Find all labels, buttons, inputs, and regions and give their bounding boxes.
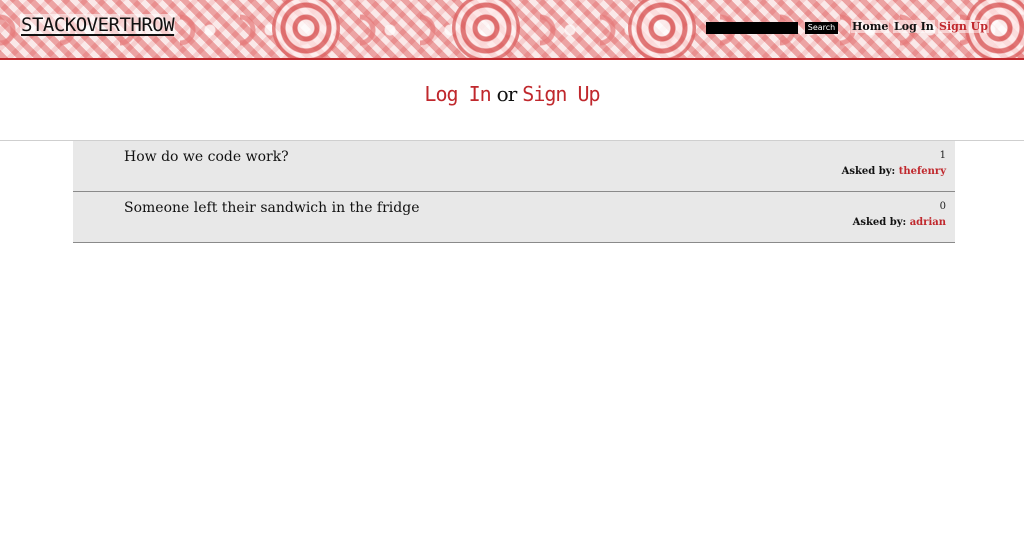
question-title[interactable]: How do we code work? — [124, 149, 289, 165]
signup-link[interactable]: Sign Up — [522, 82, 600, 106]
login-link[interactable]: Log In — [424, 82, 491, 106]
author-link[interactable]: adrian — [910, 217, 946, 228]
vote-count: 0 — [939, 201, 946, 212]
site-logo[interactable]: STACKOVERTHROW — [20, 14, 176, 36]
asked-by-label: Asked by: — [852, 217, 907, 228]
asked-by: Asked by: thefenry — [842, 166, 946, 177]
search-button[interactable]: Search — [805, 22, 838, 34]
or-text: or — [496, 82, 518, 106]
question-row[interactable]: How do we code work? 1 Asked by: thefenr… — [73, 141, 955, 192]
auth-prompt: Log In or Sign Up — [0, 82, 1024, 106]
site-header: STACKOVERTHROW Search Home Log In Sign U… — [0, 0, 1024, 60]
question-list: How do we code work? 1 Asked by: thefenr… — [73, 141, 955, 243]
header-pattern-medallion — [628, 0, 696, 58]
nav-login-link[interactable]: Log In — [893, 20, 935, 33]
header-pattern-medallion — [452, 0, 520, 58]
author-link[interactable]: thefenry — [899, 166, 946, 177]
auth-banner: Log In or Sign Up — [0, 60, 1024, 141]
header-pattern-medallion — [272, 0, 340, 58]
vote-count: 1 — [939, 150, 946, 161]
asked-by: Asked by: adrian — [853, 217, 946, 228]
question-title[interactable]: Someone left their sandwich in the fridg… — [124, 200, 420, 216]
asked-by-label: Asked by: — [841, 166, 896, 177]
nav-signup-link[interactable]: Sign Up — [938, 20, 989, 33]
nav-home-link[interactable]: Home — [851, 20, 890, 33]
question-row[interactable]: Someone left their sandwich in the fridg… — [73, 192, 955, 243]
search-input[interactable] — [706, 22, 798, 34]
